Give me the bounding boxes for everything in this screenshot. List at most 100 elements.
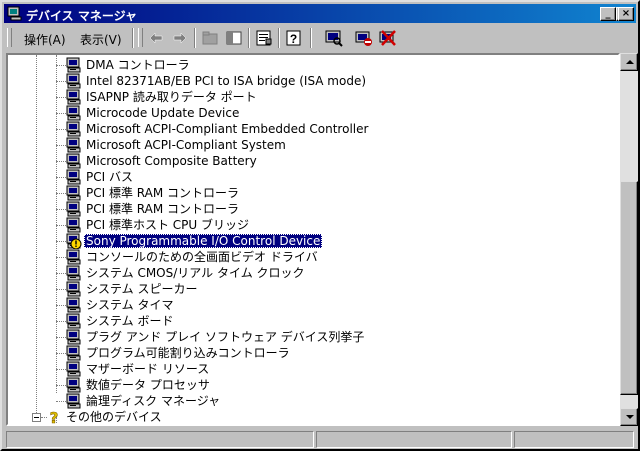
minimize-button[interactable]: _: [600, 7, 616, 21]
down-arrow-icon: [626, 415, 634, 419]
tree-item-device[interactable]: コンソールのための全画面ビデオ ドライバ: [8, 249, 608, 265]
tree-item-device[interactable]: システム CMOS/リアル タイム クロック: [8, 265, 608, 281]
system-device-icon: [66, 121, 82, 137]
tree-connector-branch: [56, 369, 66, 370]
tree-connector-branch: [56, 257, 66, 258]
tree-item-label: システム スピーカー: [86, 282, 198, 296]
tree-connector-branch: [56, 65, 66, 66]
toolbar-grip: [138, 28, 143, 47]
tree-item-device[interactable]: 論理ディスク マネージャ: [8, 393, 608, 409]
scroll-down-button[interactable]: [620, 408, 638, 426]
toolbar-separator: [194, 28, 196, 48]
tree-item-device[interactable]: ISAPNP 読み取りデータ ポート: [8, 89, 608, 105]
tree-item-label: Microsoft ACPI-Compliant Embedded Contro…: [86, 122, 369, 136]
tree-connector-line: [56, 417, 57, 424]
status-panel-main: [6, 431, 314, 448]
system-device-icon: [66, 345, 82, 361]
tree-connector-branch: [56, 321, 66, 322]
tree-item-label: マザーボード リソース: [86, 362, 210, 376]
tree-item-device[interactable]: Microsoft Composite Battery: [8, 153, 608, 169]
tree-connector-branch: [56, 385, 66, 386]
tree-item-device[interactable]: Microcode Update Device: [8, 105, 608, 121]
tree-connector-branch: [56, 97, 66, 98]
uninstall-device-button[interactable]: [378, 28, 398, 48]
tree-item-device[interactable]: システム スピーカー: [8, 281, 608, 297]
show-hide-tree-button[interactable]: [224, 28, 244, 48]
tree-item-device[interactable]: Sony Programmable I/O Control Device: [8, 233, 608, 249]
tree-item-label: その他のデバイス: [66, 410, 162, 424]
tree-item-device[interactable]: PCI バス: [8, 169, 608, 185]
tree-item-device[interactable]: マザーボード リソース: [8, 361, 608, 377]
title-bar[interactable]: デバイス マネージャ _ □: [4, 4, 636, 23]
tree-connector-branch: [56, 305, 66, 306]
tree-connector-branch: [56, 81, 66, 82]
toolbar-separator: [132, 28, 134, 48]
tree-item-device[interactable]: Microsoft ACPI-Compliant System: [8, 137, 608, 153]
tree-item-label: Intel 82371AB/EB PCI to ISA bridge (ISA …: [86, 74, 367, 88]
tree-item-device[interactable]: プラグ アンド プレイ ソフトウェア デバイス列挙子: [8, 329, 608, 345]
tree-item-device[interactable]: DMA コントローラ: [8, 57, 608, 73]
tree-item-device[interactable]: Microsoft ACPI-Compliant Embedded Contro…: [8, 121, 608, 137]
tree-connector-branch: [56, 145, 66, 146]
close-button[interactable]: ×: [618, 7, 634, 21]
device-manager-window: デバイス マネージャ _ □ × 操作(A) 表示(V): [0, 0, 640, 451]
tree-item-device[interactable]: PCI 標準 RAM コントローラ: [8, 201, 608, 217]
tree-item-device[interactable]: PCI 標準ホスト CPU ブリッジ: [8, 217, 608, 233]
menu-view[interactable]: 表示(V): [80, 31, 122, 48]
back-button[interactable]: [146, 28, 166, 48]
tree-item-device[interactable]: 不明なデバイス: [56, 417, 82, 426]
tree-connector-branch: [56, 289, 66, 290]
toolbar-separator: [248, 28, 250, 48]
tree-item-device[interactable]: PCI 標準 RAM コントローラ: [8, 185, 608, 201]
menu-action[interactable]: 操作(A): [24, 31, 66, 48]
warning-device-icon: [66, 425, 82, 426]
svg-text:?: ?: [50, 409, 59, 425]
tree-connector-branch: [56, 161, 66, 162]
tree-item-label: PCI バス: [86, 170, 133, 184]
system-device-icon: [66, 281, 82, 297]
scroll-thumb[interactable]: [620, 181, 638, 395]
system-device-icon: [66, 185, 82, 201]
tree-item-device[interactable]: 数値データ プロセッサ: [8, 377, 608, 393]
tree-item-label: コンソールのための全画面ビデオ ドライバ: [86, 250, 318, 264]
tree-item-label: Sony Programmable I/O Control Device: [84, 234, 323, 248]
system-device-icon: [66, 169, 82, 185]
device-tree[interactable]: DMA コントローラ Intel 82371AB/EB PCI to ISA b…: [6, 53, 620, 426]
toolbar-separator: [278, 28, 280, 48]
properties-button[interactable]: [254, 28, 274, 48]
up-arrow-icon: [626, 60, 634, 64]
warning-device-icon: [66, 233, 82, 249]
tree-item-other-devices[interactable]: ? その他のデバイス: [8, 409, 608, 425]
tree-connector-branch: [56, 353, 66, 354]
system-device-icon: [66, 361, 82, 377]
tree-item-label: システム CMOS/リアル タイム クロック: [86, 266, 305, 280]
system-device-icon: [66, 297, 82, 313]
vertical-scrollbar[interactable]: [620, 53, 638, 426]
help-button[interactable]: ?: [284, 28, 304, 48]
tree-item-device[interactable]: Intel 82371AB/EB PCI to ISA bridge (ISA …: [8, 73, 608, 89]
tree-item-device[interactable]: システム タイマ: [8, 297, 608, 313]
tree-item-device[interactable]: プログラム可能割り込みコントローラ: [8, 345, 608, 361]
menu-grip: [7, 28, 12, 47]
scroll-up-button[interactable]: [620, 53, 638, 71]
up-folder-button[interactable]: [200, 28, 220, 48]
system-device-icon: [66, 105, 82, 121]
tree-connector-branch: [56, 193, 66, 194]
system-device-icon: [66, 137, 82, 153]
system-device-icon: [66, 57, 82, 73]
tree-item-label: システム ボード: [86, 314, 174, 328]
system-device-icon: [66, 393, 82, 409]
tree-item-label: PCI 標準 RAM コントローラ: [86, 186, 240, 200]
collapse-toggle-icon[interactable]: [32, 413, 41, 422]
disable-device-button[interactable]: [354, 28, 374, 48]
tree-connector-branch: [56, 209, 66, 210]
tree-connector-branch: [56, 401, 66, 402]
tree-item-label: Microsoft ACPI-Compliant System: [86, 138, 286, 152]
system-device-icon: [66, 89, 82, 105]
scan-hardware-button[interactable]: [324, 28, 344, 48]
tree-item-label: プログラム可能割り込みコントローラ: [86, 346, 290, 360]
svg-text:?: ?: [290, 32, 297, 46]
tree-item-device[interactable]: システム ボード: [8, 313, 608, 329]
forward-button[interactable]: [170, 28, 190, 48]
menu-toolbar-bar: 操作(A) 表示(V) ?: [4, 25, 636, 51]
